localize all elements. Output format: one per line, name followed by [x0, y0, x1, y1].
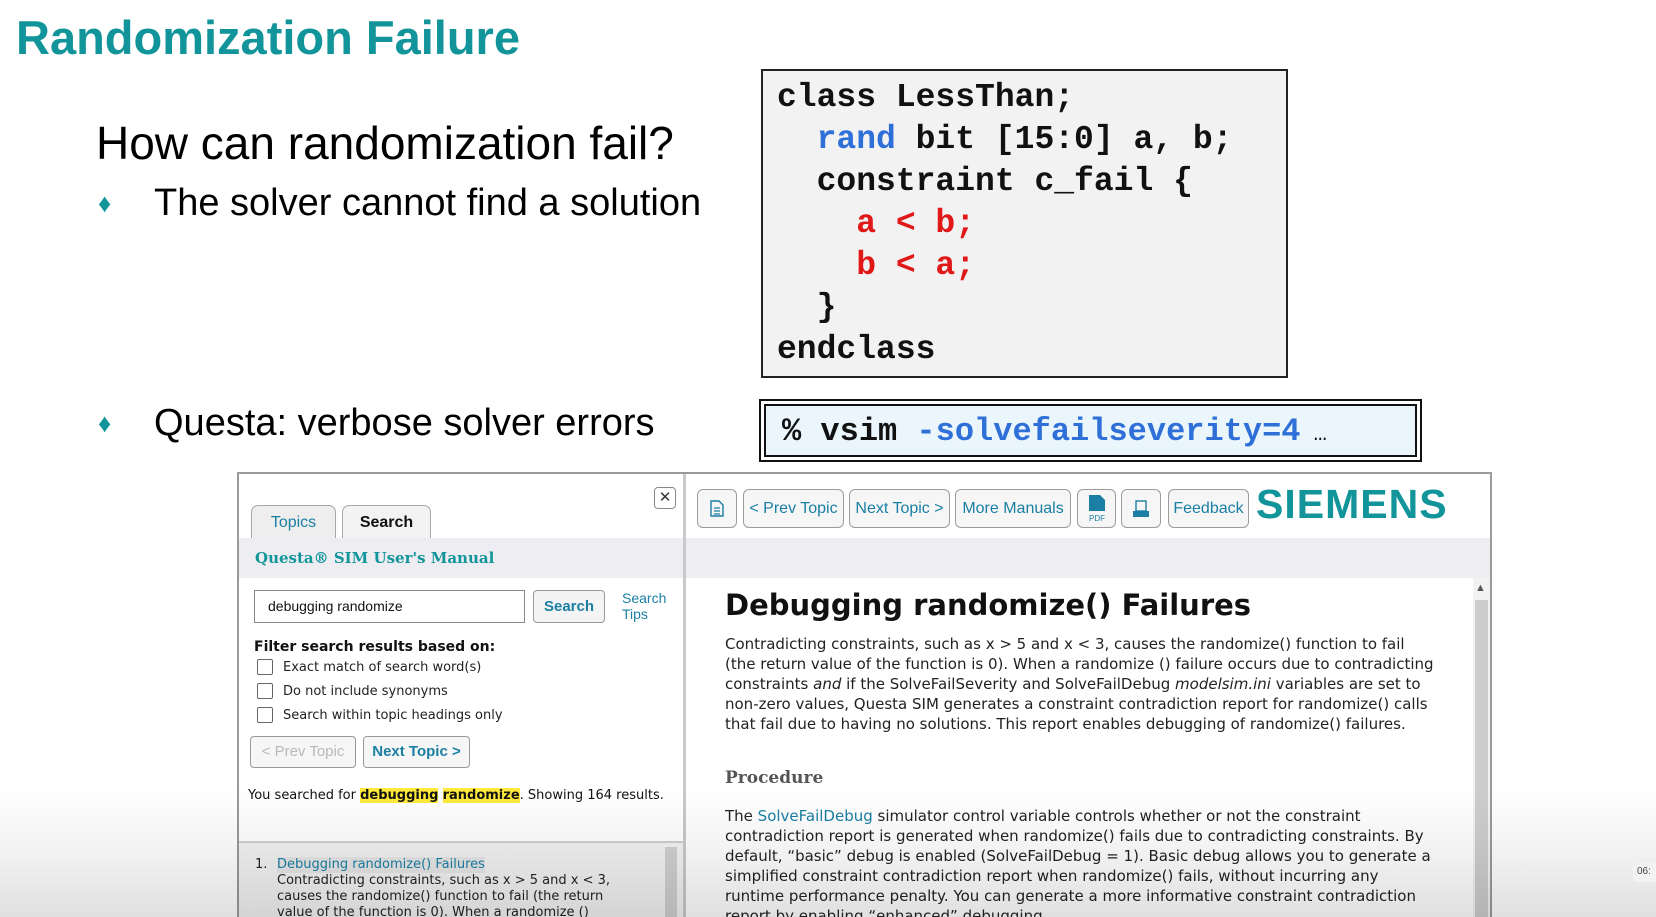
highlighted-term: randomize [442, 788, 520, 803]
tab-topics[interactable]: Topics [251, 505, 336, 539]
prev-topic-button[interactable]: < Prev Topic [250, 736, 356, 768]
code-constraint: b < a; [856, 247, 976, 284]
code-line: constraint c_fail { [777, 161, 1286, 203]
result-description: Contradicting constraints, such as x > 5… [277, 873, 611, 917]
question-heading: How can randomization fail? [96, 117, 674, 169]
filter-option[interactable]: Exact match of search word(s) [257, 659, 481, 675]
filter-label: Do not include synonyms [283, 683, 448, 699]
search-input[interactable]: debugging randomize [254, 590, 525, 623]
content-header-band [686, 538, 1490, 578]
procedure-heading: Procedure [725, 768, 824, 788]
checkbox[interactable] [257, 659, 273, 675]
video-timestamp: 06: [1633, 862, 1656, 882]
code-constraint: a < b; [856, 205, 976, 242]
code-example: class LessThan; rand bit [15:0] a, b; co… [761, 69, 1288, 378]
code-line: b < a; [777, 245, 1286, 287]
scroll-thumb[interactable] [1475, 600, 1488, 917]
diamond-bullet-icon: ♦ [98, 188, 112, 218]
print-icon[interactable] [1121, 489, 1161, 528]
next-topic-button[interactable]: Next Topic > [363, 736, 470, 768]
search-tips-link[interactable]: Search Tips [622, 590, 674, 622]
siemens-logo: SIEMENS [1256, 481, 1448, 527]
bullet-item: ♦ The solver cannot find a solution [98, 182, 701, 225]
code-line: class LessThan; [777, 79, 1075, 116]
code-line: } [777, 287, 1286, 329]
close-icon[interactable]: ✕ [654, 487, 676, 509]
feedback-button[interactable]: Feedback [1168, 489, 1249, 528]
code-line: endclass [777, 331, 936, 368]
paragraph-emphasis: and [813, 675, 842, 693]
paragraph-text: if the SolveFailSeverity and SolveFailDe… [841, 675, 1176, 693]
highlighted-term: debugging [360, 788, 439, 803]
article-paragraph: Contradicting constraints, such as x > 5… [725, 634, 1435, 734]
help-nav-pane: Topics Search ✕ Questa® SIM User's Manua… [239, 474, 686, 917]
results-list: 1. Debugging randomize() Failures Contra… [239, 841, 683, 917]
pdf-icon[interactable]: PDF [1077, 489, 1116, 528]
scroll-up-icon[interactable]: ▲ [1475, 582, 1486, 594]
command-example: % vsim -solvefailseverity=4 … [759, 399, 1422, 462]
bullet-text: The solver cannot find a solution [154, 182, 702, 224]
pdf-label: PDF [1089, 514, 1105, 523]
code-text: } [816, 289, 837, 326]
bullet-text: Questa: verbose solver errors [154, 402, 655, 444]
result-link[interactable]: Debugging randomize() Failures [277, 857, 485, 873]
bullet-item: ♦ Questa: verbose solver errors [98, 402, 655, 445]
search-button[interactable]: Search [533, 590, 605, 623]
solvefaildebug-link[interactable]: SolveFailDebug [758, 807, 873, 825]
article-title: Debugging randomize() Failures [725, 588, 1252, 622]
more-manuals-button[interactable]: More Manuals [955, 489, 1071, 528]
paragraph-emphasis: modelsim.ini [1175, 675, 1271, 693]
nav-tab-strip: Topics Search ✕ [239, 474, 683, 539]
tab-search[interactable]: Search [342, 505, 431, 539]
filter-option[interactable]: Do not include synonyms [257, 683, 448, 699]
summary-text: . Showing 164 results. [519, 788, 664, 803]
summary-text: You searched for [248, 788, 361, 803]
filter-heading: Filter search results based on: [254, 639, 496, 655]
checkbox[interactable] [257, 707, 273, 723]
help-toolbar: < Prev Topic Next Topic > More Manuals P… [686, 474, 1490, 538]
manual-title: Questa® SIM User's Manual [239, 538, 683, 578]
filter-label: Exact match of search word(s) [283, 659, 482, 675]
result-number: 1. [255, 857, 268, 872]
filter-label: Search within topic headings only [283, 707, 503, 723]
results-scrollbar[interactable] [665, 847, 677, 917]
code-keyword: rand [816, 121, 896, 158]
command-flag: -solvefailseverity=4 [916, 413, 1301, 450]
prev-topic-button[interactable]: < Prev Topic [743, 489, 844, 528]
help-window: Topics Search ✕ Questa® SIM User's Manua… [237, 472, 1492, 917]
paragraph-text: The [725, 807, 758, 825]
filter-option[interactable]: Search within topic headings only [257, 707, 503, 723]
article-paragraph: The SolveFailDebug simulator control var… [725, 806, 1435, 917]
code-line: a < b; [777, 203, 1286, 245]
command-prompt: % vsim [782, 413, 917, 450]
help-content-pane: < Prev Topic Next Topic > More Manuals P… [686, 474, 1490, 917]
slide-title: Randomization Failure [16, 11, 520, 64]
code-text: bit [15:0] a, b; [895, 121, 1233, 158]
document-icon[interactable] [697, 489, 737, 528]
command-line: % vsim -solvefailseverity=4 … [764, 404, 1417, 457]
search-summary: You searched for debugging randomize. Sh… [248, 787, 668, 804]
article: Debugging randomize() Failures Contradic… [686, 578, 1436, 917]
checkbox[interactable] [257, 683, 273, 699]
next-topic-button[interactable]: Next Topic > [849, 489, 950, 528]
diamond-bullet-icon: ♦ [98, 408, 112, 438]
code-text: constraint c_fail { [816, 163, 1193, 200]
command-ellipsis: … [1300, 422, 1327, 447]
content-scrollbar[interactable]: ▲ [1473, 578, 1490, 917]
code-line: rand bit [15:0] a, b; [777, 119, 1286, 161]
